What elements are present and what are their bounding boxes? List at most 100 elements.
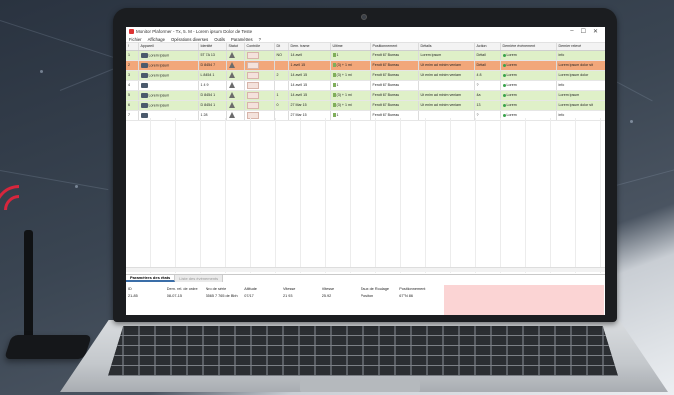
action-cell[interactable]: Détail: [474, 60, 501, 71]
col-header[interactable]: Détails: [418, 43, 475, 51]
status-value: 67°N 86: [399, 293, 414, 298]
ultime-value: 1: [336, 52, 339, 57]
event-value: Lorem: [506, 103, 517, 107]
ultime-value: (3) + 1 mi: [336, 62, 352, 67]
col-header[interactable]: Ultime: [330, 43, 371, 51]
col-header[interactable]: Dernière évènement: [500, 43, 557, 51]
col-header[interactable]: Statut: [226, 43, 245, 51]
last-cell: info: [556, 50, 605, 61]
status-header: Vitesse: [283, 286, 296, 291]
status-value: 21-85: [128, 293, 138, 298]
col-header[interactable]: Dern. trame: [288, 43, 331, 51]
graph-thumbnail-icon[interactable]: [246, 101, 259, 109]
status-value-row[interactable]: 21-85 08-07-15 3565 7 765 de Bbh 07/17 2…: [128, 292, 438, 299]
device-name: Lorem ipsum: [148, 102, 170, 107]
status-value: Positon: [360, 293, 374, 298]
warning-icon: [228, 102, 235, 108]
control-cell: [244, 60, 275, 71]
action-cell[interactable]: 4 8: [474, 70, 501, 81]
col-header[interactable]: Contrôle: [244, 43, 275, 51]
control-cell: [244, 90, 275, 101]
device-icon: [140, 92, 148, 98]
table-row[interactable]: 4 1 4 9 14 avril 15 1 Fendt 67 Bureau? Lorem…: [126, 80, 605, 91]
tab-etats[interactable]: Paramètres des états: [126, 275, 176, 282]
ultime-value: 1: [336, 112, 339, 117]
action-cell[interactable]: ?: [474, 80, 501, 91]
status-value: 07/17: [244, 293, 254, 298]
action-cell[interactable]: 13: [474, 100, 501, 111]
table-row[interactable]: 6 Lorem ipsum D 8454 1 0 27 Mar 15 (3) + 1 m…: [126, 100, 605, 111]
warning-icon: [228, 72, 235, 78]
graph-thumbnail-icon[interactable]: [246, 61, 259, 69]
position-cell: Fendt 67 Bureau: [370, 60, 419, 71]
warning-icon: [228, 82, 235, 88]
device-name: Lorem ipsum: [148, 72, 170, 77]
ultime-cell: (3) + 1 mi: [330, 70, 371, 81]
status-cell: [226, 100, 245, 111]
control-cell: [244, 80, 275, 91]
col-header[interactable]: Action: [474, 43, 501, 51]
details-cell: Ut enim ad minim veniam: [418, 100, 475, 111]
graph-thumbnail-icon[interactable]: [246, 51, 259, 59]
bg-network-dot: [630, 120, 633, 123]
menu-item-fichier[interactable]: Fichier: [129, 37, 142, 42]
menu-bar: Fichier Affichage Opérations diverses Ou…: [126, 36, 605, 43]
horizontal-scrollbar[interactable]: [126, 267, 605, 272]
trame-cell: 14 avril 15: [288, 70, 331, 81]
ultime-cell: (3) + 1 mi: [330, 60, 371, 71]
menu-item-parametres[interactable]: Paramètres: [231, 37, 253, 42]
status-header: Vitesse: [321, 286, 335, 291]
details-cell: Ut enim ad minim veniam: [418, 70, 475, 81]
graph-thumbnail-icon[interactable]: [246, 71, 259, 79]
position-cell: Fendt 67 Bureau: [370, 70, 419, 81]
ultime-cell: (3) + 1 mi: [330, 90, 371, 101]
device-name: Lorem ipsum: [148, 52, 170, 57]
device-cell: Lorem ipsum: [138, 90, 199, 101]
status-cell: [226, 80, 245, 91]
tab-evenements[interactable]: Liste des évènements: [175, 275, 224, 282]
col-header[interactable]: !: [126, 43, 139, 51]
title-bar: Monitor Plaformer - Tx, 5. M - Lorem ips…: [126, 27, 605, 36]
control-cell: [244, 100, 275, 111]
status-header: Altitude: [244, 286, 257, 291]
table-row[interactable]: 2 Lorem ipsum D 8454 7 1 avril 15 (3) + 1 m…: [126, 60, 605, 71]
last-cell: info: [556, 80, 605, 91]
menu-item-outils[interactable]: Outils: [214, 37, 225, 42]
minimize-button[interactable]: –: [570, 28, 573, 35]
menu-item-help[interactable]: ?: [259, 37, 261, 42]
last-cell: Lorem ipsum dolor sit: [556, 100, 605, 111]
col-header[interactable]: Positionnement: [370, 43, 419, 51]
device-cell: Lorem ipsum: [138, 50, 199, 61]
maximize-button[interactable]: ☐: [581, 28, 586, 35]
bg-network-dot: [40, 70, 43, 73]
status-header: Nro de série: [205, 286, 227, 291]
menu-item-affichage[interactable]: Affichage: [148, 37, 165, 42]
col-header[interactable]: Dernier relevé: [556, 43, 605, 51]
table-row[interactable]: 1 Lorem ipsum 5T 7A 13 NO 14 avril 1 Fendt 67…: [126, 50, 605, 61]
dt-cell: NO: [274, 50, 289, 61]
col-header[interactable]: Appareil: [138, 43, 199, 51]
action-cell[interactable]: Détail: [474, 50, 501, 61]
event-cell: Lorem: [500, 100, 557, 111]
graph-thumbnail-icon[interactable]: [246, 91, 259, 99]
close-button[interactable]: ✕: [593, 28, 598, 35]
ultime-cell: 1: [330, 80, 371, 91]
action-cell[interactable]: 4a: [474, 90, 501, 101]
graph-thumbnail-icon[interactable]: [246, 81, 259, 89]
dt-cell: 0: [274, 100, 289, 111]
dt-cell: 1: [274, 90, 289, 101]
screen: Monitor Plaformer - Tx, 5. M - Lorem ips…: [126, 27, 605, 315]
menu-item-operations[interactable]: Opérations diverses: [171, 37, 208, 42]
lock-icon: [332, 93, 336, 98]
table-row[interactable]: 5 Lorem ipsum D 8454 1 1 14 avril 15 (3) + 1…: [126, 90, 605, 101]
event-cell: Lorem: [500, 80, 557, 91]
last-cell: Lorem ipsum dolor sit: [556, 60, 605, 71]
device-icon: [140, 112, 148, 118]
identity-cell: D 8454 1: [198, 100, 227, 111]
table-row[interactable]: 3 Lorem ipsum L 8454 1 2 14 avril 15 (3) + 1…: [126, 70, 605, 81]
event-value: Lorem: [506, 73, 517, 77]
col-header[interactable]: Identité: [198, 43, 227, 51]
col-header[interactable]: Dt: [274, 43, 289, 51]
row-index: 2: [126, 60, 139, 71]
position-cell: Fendt 67 Bureau: [370, 100, 419, 111]
